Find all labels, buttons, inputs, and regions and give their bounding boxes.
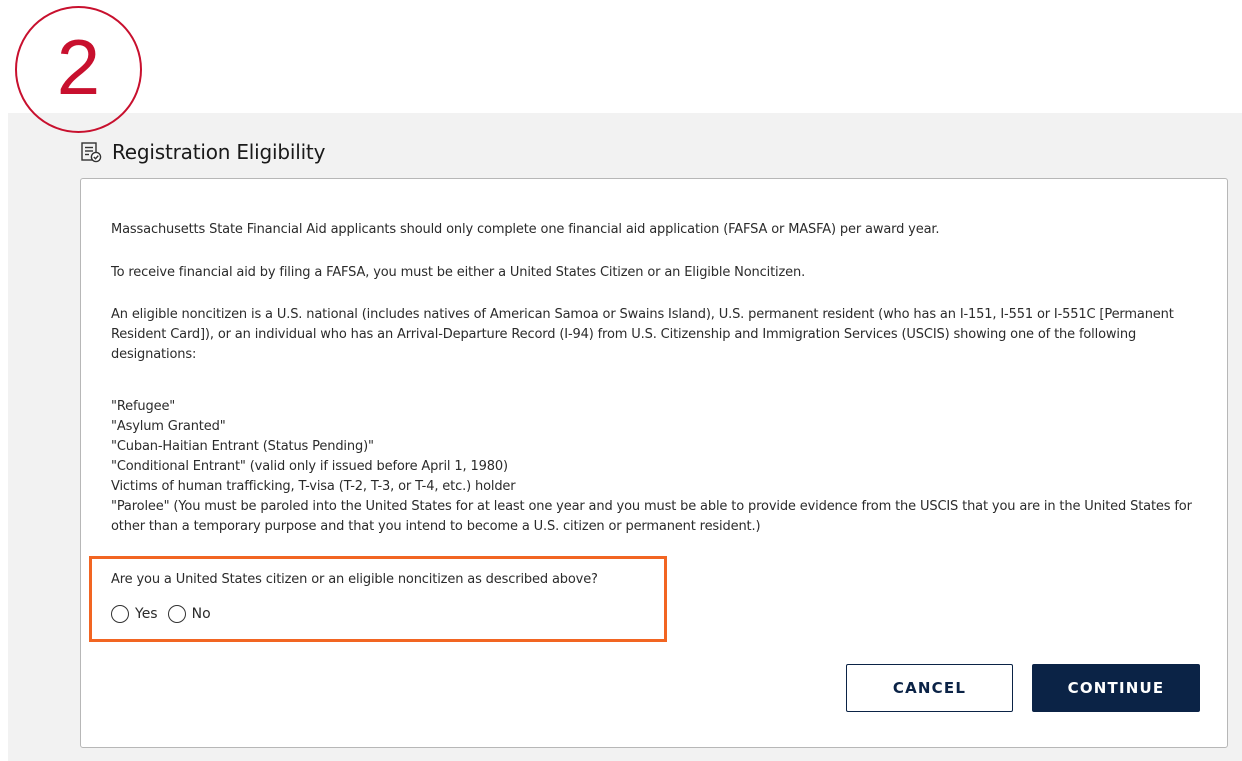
designation-item: "Cuban-Haitian Entrant (Status Pending)" bbox=[111, 439, 374, 454]
designation-item: "Conditional Entrant" (valid only if iss… bbox=[111, 459, 508, 474]
cancel-button[interactable]: CANCEL bbox=[846, 664, 1013, 712]
yes-radio-button[interactable] bbox=[111, 605, 129, 623]
section-header: Registration Eligibility bbox=[80, 140, 325, 164]
designations-list: "Refugee" "Asylum Granted" "Cuban-Haitia… bbox=[111, 397, 1201, 537]
fafsa-requirement-paragraph: To receive financial aid by filing a FAF… bbox=[111, 265, 806, 280]
no-radio-option[interactable]: No bbox=[167, 605, 211, 623]
continue-button[interactable]: CONTINUE bbox=[1032, 664, 1200, 712]
page: 2 Registration Eligibility Massachusetts… bbox=[0, 0, 1242, 761]
document-check-icon bbox=[80, 141, 102, 163]
designation-item: "Asylum Granted" bbox=[111, 419, 226, 434]
noncitizen-definition-paragraph: An eligible noncitizen is a U.S. nationa… bbox=[111, 307, 1174, 362]
section-title: Registration Eligibility bbox=[112, 140, 326, 164]
citizenship-question: Are you a United States citizen or an el… bbox=[111, 572, 598, 587]
yes-radio-label: Yes bbox=[135, 606, 158, 622]
citizenship-radio-group: Yes No bbox=[111, 605, 221, 623]
designation-item: Victims of human trafficking, T-visa (T-… bbox=[111, 479, 516, 494]
citizenship-question-highlight: Are you a United States citizen or an el… bbox=[89, 556, 667, 642]
eligibility-card: Massachusetts State Financial Aid applic… bbox=[80, 178, 1228, 748]
step-number-circle: 2 bbox=[15, 6, 142, 133]
no-radio-button[interactable] bbox=[167, 605, 186, 623]
intro-paragraph: Massachusetts State Financial Aid applic… bbox=[111, 222, 940, 237]
no-radio-label: No bbox=[191, 606, 211, 622]
designation-item: "Refugee" bbox=[111, 399, 176, 414]
designation-item: "Parolee" (You must be paroled into the … bbox=[111, 499, 1192, 534]
yes-radio-option[interactable]: Yes bbox=[111, 605, 158, 623]
step-number: 2 bbox=[56, 23, 101, 111]
